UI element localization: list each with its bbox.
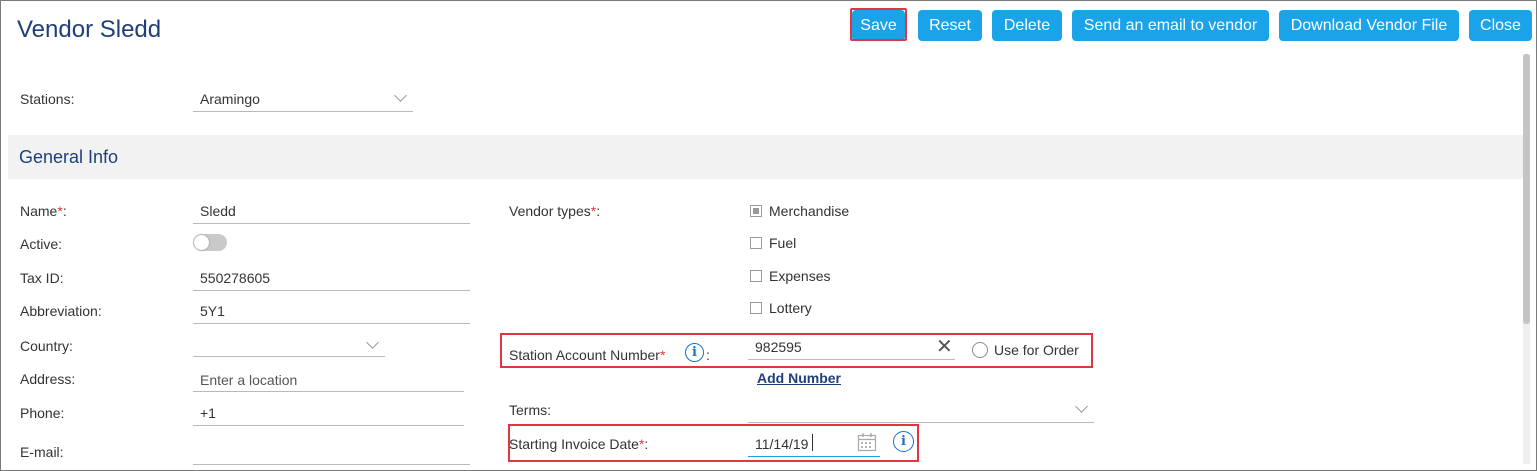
country-select[interactable]	[193, 330, 385, 356]
active-label: Active:	[20, 236, 63, 252]
info-icon[interactable]: i	[893, 431, 914, 452]
general-info-header: General Info	[8, 135, 1523, 179]
text-cursor	[812, 434, 813, 451]
delete-button[interactable]: Delete	[992, 10, 1062, 41]
fuel-checkbox[interactable]	[750, 237, 762, 249]
country-label: Country:	[20, 338, 73, 354]
lottery-checkbox[interactable]	[750, 302, 762, 314]
abbreviation-underline	[193, 323, 470, 324]
taxid-underline	[193, 290, 470, 291]
email-underline	[193, 464, 470, 465]
expenses-label: Expenses	[769, 268, 831, 284]
station-account-underline	[748, 359, 955, 360]
send-email-button[interactable]: Send an email to vendor	[1072, 10, 1269, 41]
calendar-icon[interactable]	[857, 432, 877, 452]
use-for-order-label: Use for Order	[994, 342, 1079, 358]
address-label: Address:	[20, 371, 76, 387]
info-icon[interactable]: i	[685, 343, 704, 362]
country-underline	[193, 356, 385, 357]
section-title: General Info	[19, 147, 119, 167]
station-account-input[interactable]: 982595	[755, 339, 802, 355]
reset-button[interactable]: Reset	[918, 10, 982, 41]
merchandise-checkbox[interactable]	[750, 205, 762, 217]
phone-input[interactable]: +1	[200, 405, 216, 421]
terms-underline	[748, 422, 1094, 423]
fuel-label: Fuel	[769, 235, 797, 251]
expenses-checkbox[interactable]	[750, 270, 762, 282]
vertical-scrollbar[interactable]	[1523, 54, 1530, 464]
active-toggle[interactable]	[193, 234, 227, 251]
terms-label: Terms:	[509, 402, 551, 418]
scrollbar-thumb[interactable]	[1523, 54, 1530, 324]
terms-select[interactable]	[748, 396, 1094, 422]
phone-underline	[193, 425, 464, 426]
stations-select[interactable]: Aramingo	[200, 91, 260, 107]
merchandise-label: Merchandise	[769, 203, 850, 219]
starting-invoice-underline	[748, 456, 880, 457]
add-number-link[interactable]: Add Number	[757, 370, 841, 386]
abbreviation-label: Abbreviation:	[20, 303, 102, 319]
starting-invoice-label: Starting Invoice Date*:	[509, 436, 649, 452]
taxid-label: Tax ID:	[20, 270, 64, 286]
download-vendor-file-button[interactable]: Download Vendor File	[1279, 10, 1459, 41]
save-button-highlight	[850, 8, 907, 41]
taxid-input[interactable]: 550278605	[200, 270, 270, 286]
stations-label: Stations:	[20, 91, 75, 107]
name-input[interactable]: Sledd	[200, 203, 236, 219]
phone-label: Phone:	[20, 405, 65, 421]
stations-underline	[193, 111, 413, 112]
close-x-icon[interactable]: ✕	[936, 334, 953, 359]
use-for-order-radio[interactable]	[972, 342, 988, 358]
address-input[interactable]: Enter a location	[200, 372, 297, 388]
close-button[interactable]: Close	[1469, 10, 1532, 41]
abbreviation-input[interactable]: 5Y1	[200, 303, 225, 319]
address-underline	[193, 391, 464, 392]
station-account-colon: :	[706, 347, 710, 363]
email-label: E-mail:	[20, 444, 64, 460]
email-input[interactable]	[193, 440, 470, 464]
name-underline	[193, 223, 470, 224]
name-label: Name*:	[20, 203, 67, 219]
lottery-label: Lottery	[769, 300, 812, 316]
vendor-types-label: Vendor types*:	[509, 203, 601, 219]
page-title: Vendor Sledd	[17, 16, 162, 43]
starting-invoice-input[interactable]: 11/14/19	[755, 436, 808, 452]
station-account-label: Station Account Number*	[509, 347, 666, 363]
